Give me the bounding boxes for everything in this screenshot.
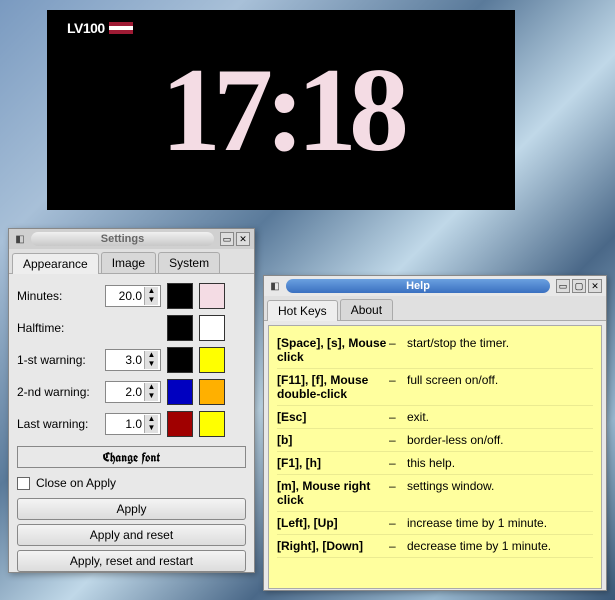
label-minutes: Minutes: (17, 289, 105, 303)
tab-appearance[interactable]: Appearance (12, 253, 99, 274)
help-title: Help (286, 279, 550, 293)
flag-icon (109, 22, 133, 34)
spin-last[interactable]: ▲▼ (105, 413, 161, 435)
spin-minutes[interactable]: ▲▼ (105, 285, 161, 307)
settings-tabs: Appearance Image System (9, 249, 254, 274)
window-menu-icon[interactable]: ◧ (268, 279, 282, 293)
hotkey-row: [Space], [s], Mouse click – start/stop t… (277, 332, 593, 369)
hotkey-desc: this help. (407, 456, 593, 470)
label-warn1: 1-st warning: (17, 353, 105, 367)
roll-up-button[interactable]: ▭ (220, 232, 234, 246)
warn1-input[interactable] (106, 352, 144, 368)
minutes-color-b[interactable] (199, 283, 225, 309)
warn2-input[interactable] (106, 384, 144, 400)
settings-titlebar[interactable]: ◧ Settings ▭ ✕ (9, 229, 254, 249)
hotkey-row: [Right], [Down] – decrease time by 1 min… (277, 535, 593, 558)
spin-warn1[interactable]: ▲▼ (105, 349, 161, 371)
help-window: ◧ Help ▭ ▢ ✕ Hot Keys About [Space], [s]… (263, 275, 607, 591)
hotkey-keys: [F11], [f], Mouse double-click (277, 373, 389, 401)
maximize-button[interactable]: ▢ (572, 279, 586, 293)
minutes-color-a[interactable] (167, 283, 193, 309)
hotkey-desc: settings window. (407, 479, 593, 507)
label-halftime: Halftime: (17, 321, 105, 335)
close-button[interactable]: ✕ (236, 232, 250, 246)
minutes-input[interactable] (106, 288, 144, 304)
close-button[interactable]: ✕ (588, 279, 602, 293)
apply-reset-button[interactable]: Apply and reset (17, 524, 246, 546)
label-last: Last warning: (17, 417, 105, 431)
row-minutes: Minutes: ▲▼ (17, 280, 246, 312)
clock-time: 17:18 (161, 41, 401, 179)
close-on-apply-label: Close on Apply (36, 476, 116, 490)
hotkey-keys: [b] (277, 433, 389, 447)
tab-about[interactable]: About (340, 299, 393, 320)
warn2-color-b[interactable] (199, 379, 225, 405)
change-font-button[interactable]: Change font (17, 446, 246, 468)
help-titlebar[interactable]: ◧ Help ▭ ▢ ✕ (264, 276, 606, 296)
hotkey-row: [Left], [Up] – increase time by 1 minute… (277, 512, 593, 535)
hotkey-desc: decrease time by 1 minute. (407, 539, 593, 553)
warn1-color-b[interactable] (199, 347, 225, 373)
close-on-apply-row: Close on Apply (17, 472, 246, 494)
tab-system[interactable]: System (158, 252, 220, 273)
row-halftime: Halftime: (17, 312, 246, 344)
hotkey-desc: exit. (407, 410, 593, 424)
settings-title: Settings (31, 232, 214, 246)
hotkey-keys: [Esc] (277, 410, 389, 424)
clock-display[interactable]: LV100 17:18 (47, 10, 515, 210)
warn1-down-icon[interactable]: ▼ (144, 360, 158, 369)
settings-window: ◧ Settings ▭ ✕ Appearance Image System M… (8, 228, 255, 573)
roll-up-button[interactable]: ▭ (556, 279, 570, 293)
hotkey-desc: border-less on/off. (407, 433, 593, 447)
hotkey-row: [b] – border-less on/off. (277, 429, 593, 452)
tab-image[interactable]: Image (101, 252, 156, 273)
last-input[interactable] (106, 416, 144, 432)
hotkey-keys: [Left], [Up] (277, 516, 389, 530)
hotkey-keys: [m], Mouse right click (277, 479, 389, 507)
apply-button[interactable]: Apply (17, 498, 246, 520)
label-warn2: 2-nd warning: (17, 385, 105, 399)
warn1-color-a[interactable] (167, 347, 193, 373)
window-menu-icon[interactable]: ◧ (13, 232, 27, 246)
hotkey-keys: [Right], [Down] (277, 539, 389, 553)
help-body[interactable]: [Space], [s], Mouse click – start/stop t… (268, 325, 602, 589)
row-warn1: 1-st warning: ▲▼ (17, 344, 246, 376)
last-color-a[interactable] (167, 411, 193, 437)
badge-text: LV100 (67, 20, 105, 36)
halftime-color-a[interactable] (167, 315, 193, 341)
last-color-b[interactable] (199, 411, 225, 437)
row-warn2: 2-nd warning: ▲▼ (17, 376, 246, 408)
hotkey-row: [Esc] – exit. (277, 406, 593, 429)
help-tabs: Hot Keys About (264, 296, 606, 321)
close-on-apply-checkbox[interactable] (17, 477, 30, 490)
hotkey-keys: [Space], [s], Mouse click (277, 336, 389, 364)
hotkey-row: [F1], [h] – this help. (277, 452, 593, 475)
warn2-down-icon[interactable]: ▼ (144, 392, 158, 401)
halftime-color-b[interactable] (199, 315, 225, 341)
hotkey-desc: increase time by 1 minute. (407, 516, 593, 530)
clock-badge: LV100 (67, 20, 133, 36)
tab-hotkeys[interactable]: Hot Keys (267, 300, 338, 321)
minutes-down-icon[interactable]: ▼ (144, 296, 158, 305)
hotkey-desc: full screen on/off. (407, 373, 593, 401)
hotkey-desc: start/stop the timer. (407, 336, 593, 364)
warn2-color-a[interactable] (167, 379, 193, 405)
hotkey-row: [m], Mouse right click – settings window… (277, 475, 593, 512)
hotkey-row: [F11], [f], Mouse double-click – full sc… (277, 369, 593, 406)
hotkey-keys: [F1], [h] (277, 456, 389, 470)
last-down-icon[interactable]: ▼ (144, 424, 158, 433)
row-last: Last warning: ▲▼ (17, 408, 246, 440)
apply-reset-restart-button[interactable]: Apply, reset and restart (17, 550, 246, 572)
spin-warn2[interactable]: ▲▼ (105, 381, 161, 403)
settings-body: Minutes: ▲▼ Halftime: 1-st warning: ▲▼ (9, 274, 254, 578)
